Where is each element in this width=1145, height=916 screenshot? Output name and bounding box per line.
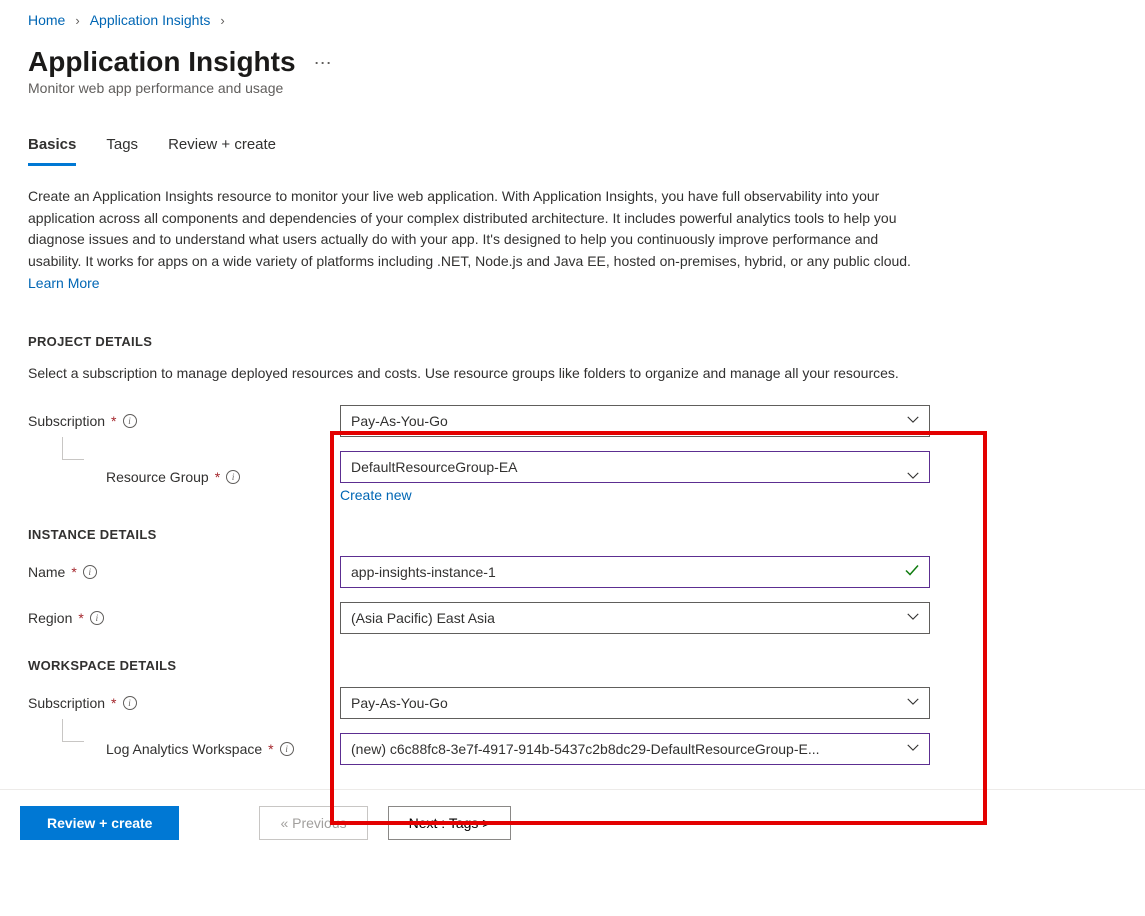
breadcrumb-app-insights[interactable]: Application Insights (90, 12, 211, 28)
required-icon: * (71, 564, 76, 580)
breadcrumb-home[interactable]: Home (28, 12, 65, 28)
chevron-right-icon: › (220, 13, 224, 28)
footer: Review + create « Previous Next : Tags > (0, 789, 1145, 856)
required-icon: * (215, 469, 220, 485)
check-icon (904, 563, 920, 582)
resource-group-label: Resource Group (106, 469, 209, 485)
region-label: Region (28, 610, 72, 626)
review-create-button[interactable]: Review + create (20, 806, 179, 840)
intro-text: Create an Application Insights resource … (28, 186, 928, 294)
subscription-label: Subscription (28, 413, 105, 429)
breadcrumb: Home › Application Insights › (28, 12, 1117, 28)
info-icon[interactable]: i (226, 470, 240, 484)
tab-tags[interactable]: Tags (106, 130, 138, 166)
workspace-subscription-dropdown[interactable]: Pay-As-You-Go (340, 687, 930, 719)
next-button[interactable]: Next : Tags > (388, 806, 512, 840)
info-icon[interactable]: i (280, 742, 294, 756)
project-details-desc: Select a subscription to manage deployed… (28, 363, 988, 385)
tabs: Basics Tags Review + create (28, 130, 1117, 166)
required-icon: * (78, 610, 83, 626)
previous-button: « Previous (259, 806, 367, 840)
log-analytics-workspace-label: Log Analytics Workspace (106, 741, 262, 757)
resource-group-dropdown[interactable]: DefaultResourceGroup-EA (340, 451, 930, 483)
required-icon: * (268, 741, 273, 757)
region-dropdown[interactable]: (Asia Pacific) East Asia (340, 602, 930, 634)
name-input[interactable]: app-insights-instance-1 (340, 556, 930, 588)
subscription-dropdown[interactable]: Pay-As-You-Go (340, 405, 930, 437)
info-icon[interactable]: i (123, 696, 137, 710)
learn-more-link[interactable]: Learn More (28, 275, 100, 291)
create-new-link[interactable]: Create new (340, 487, 412, 503)
page-subtitle: Monitor web app performance and usage (28, 80, 1117, 96)
instance-details-heading: INSTANCE DETAILS (28, 527, 1117, 542)
name-label: Name (28, 564, 65, 580)
tab-basics[interactable]: Basics (28, 130, 76, 166)
info-icon[interactable]: i (83, 565, 97, 579)
chevron-right-icon: › (75, 13, 79, 28)
page-title: Application Insights (28, 46, 296, 78)
info-icon[interactable]: i (123, 414, 137, 428)
info-icon[interactable]: i (90, 611, 104, 625)
workspace-details-heading: WORKSPACE DETAILS (28, 658, 1117, 673)
more-icon[interactable]: ⋯ (314, 53, 333, 74)
workspace-subscription-label: Subscription (28, 695, 105, 711)
log-analytics-workspace-dropdown[interactable]: (new) c6c88fc8-3e7f-4917-914b-5437c2b8dc… (340, 733, 930, 765)
required-icon: * (111, 695, 116, 711)
tab-review-create[interactable]: Review + create (168, 130, 276, 166)
project-details-heading: PROJECT DETAILS (28, 334, 1117, 349)
required-icon: * (111, 413, 116, 429)
